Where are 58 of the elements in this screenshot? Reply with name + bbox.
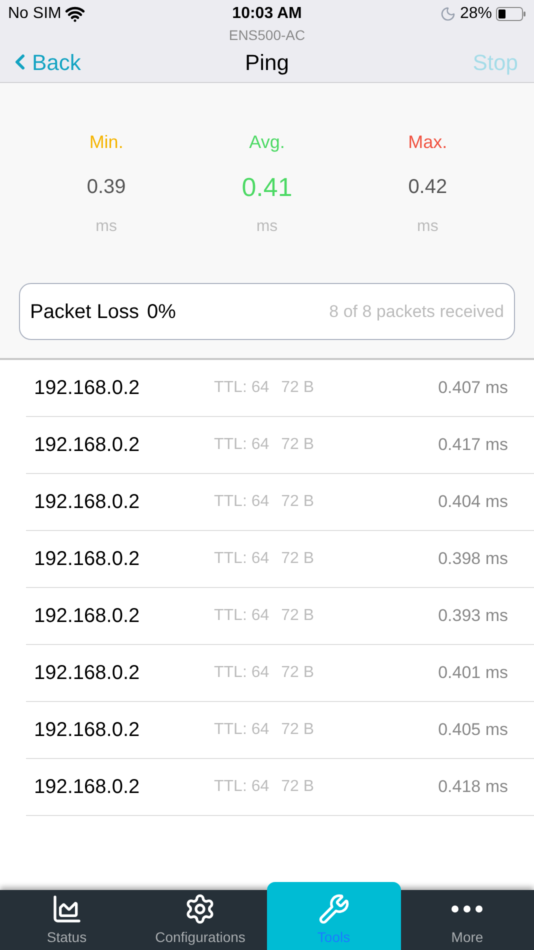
stat-value: 0.39 <box>86 175 126 200</box>
ttl-value: TTL: 64 <box>214 549 270 569</box>
moon-icon <box>440 6 456 22</box>
reply-time: 0.404 ms <box>438 491 508 514</box>
tab-bar-item[interactable]: More <box>400 890 534 950</box>
tab-bar-item[interactable]: Status <box>0 890 134 950</box>
more-icon <box>451 905 484 913</box>
packet-size: 72 B <box>281 606 314 626</box>
packet-loss-value: 0% <box>146 300 176 324</box>
wrench-icon <box>318 893 350 925</box>
stat-unit: ms <box>256 217 278 237</box>
stat-unit: ms <box>417 217 438 237</box>
stat-label: Min. <box>89 131 124 153</box>
ttl-value: TTL: 64 <box>214 378 270 398</box>
packet-size: 72 B <box>281 435 314 455</box>
reply-time: 0.407 ms <box>438 377 508 400</box>
reply-time: 0.418 ms <box>438 776 508 798</box>
carrier: No SIM <box>8 4 62 24</box>
reply-time: 0.393 ms <box>438 605 508 628</box>
host-address: 192.168.0.2 <box>33 547 141 572</box>
host-address: 192.168.0.2 <box>33 775 141 800</box>
reply-time: 0.398 ms <box>438 548 508 570</box>
ttl-value: TTL: 64 <box>214 663 270 683</box>
host-address: 192.168.0.2 <box>33 490 141 515</box>
ttl-value: TTL: 64 <box>214 777 270 797</box>
tab-bar-item[interactable]: Configurations <box>134 890 267 950</box>
packet-size: 72 B <box>281 549 314 569</box>
stat-label: Avg. <box>249 131 285 153</box>
packet-size: 72 B <box>281 777 314 797</box>
ttl-value: TTL: 64 <box>214 492 270 512</box>
wifi-icon <box>65 4 86 24</box>
battery-percentage: 28% <box>460 4 492 24</box>
clock: 10:03 AM <box>232 4 302 24</box>
ttl-value: TTL: 64 <box>214 720 270 740</box>
packet-size: 72 B <box>281 720 314 740</box>
page-title: Ping <box>244 48 290 77</box>
reply-time: 0.405 ms <box>438 719 508 742</box>
host-address: 192.168.0.2 <box>33 604 141 629</box>
device-name: ENS500-AC <box>228 27 306 43</box>
ttl-value: TTL: 64 <box>214 435 270 455</box>
packet-size: 72 B <box>281 492 314 512</box>
reply-time: 0.417 ms <box>438 434 508 456</box>
reply-time: 0.401 ms <box>438 662 508 684</box>
chart-icon <box>50 893 83 925</box>
host-address: 192.168.0.2 <box>33 718 141 743</box>
stat-value: 0.42 <box>408 175 448 200</box>
battery-icon <box>496 7 526 21</box>
ttl-value: TTL: 64 <box>214 606 270 626</box>
host-address: 192.168.0.2 <box>33 376 141 401</box>
packets-received: 8 of 8 packets received <box>329 300 504 323</box>
packet-loss-label: Packet Loss <box>30 300 139 324</box>
host-address: 192.168.0.2 <box>33 433 141 458</box>
stat-value: 0.41 <box>242 171 292 203</box>
stat-label: Max. <box>408 131 448 153</box>
host-address: 192.168.0.2 <box>33 661 141 686</box>
stat-unit: ms <box>96 217 117 237</box>
packet-size: 72 B <box>281 378 314 398</box>
packet-size: 72 B <box>281 663 314 683</box>
